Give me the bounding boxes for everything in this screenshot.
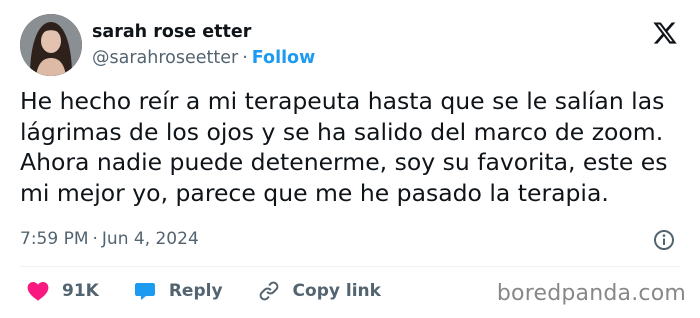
copy-link-button[interactable]: Copy link [257,279,381,303]
meta-separator: · [92,229,98,249]
x-logo-icon[interactable] [652,20,678,46]
divider [20,266,680,267]
tweet-time[interactable]: 7:59 PM [20,229,89,249]
tweet-card: sarah rose etter @sarahroseetter · Follow … [0,0,700,318]
reply-label: Reply [168,281,223,301]
handle-separator: · [242,48,248,68]
tweet-text: He hecho reír a mi terapeuta hasta que s… [20,87,668,207]
copy-link-label: Copy link [292,281,381,301]
info-icon[interactable] [652,228,676,252]
link-icon [259,281,278,301]
watermark: boredpanda.com [496,281,686,306]
tweet-date[interactable]: Jun 4, 2024 [102,229,199,249]
heart-icon [27,282,49,301]
author-name[interactable]: sarah rose etter [92,22,251,42]
reply-button[interactable]: Reply [133,279,223,303]
like-button[interactable]: 91K [26,279,99,303]
action-bar: 91K Reply Copy link [20,278,415,304]
like-count: 91K [62,281,99,301]
reply-bubble-icon [134,283,155,300]
author-handle[interactable]: @sarahroseetter [92,48,238,68]
avatar[interactable] [20,14,82,76]
avatar-image [20,14,82,76]
follow-button[interactable]: Follow [252,48,315,68]
author-handle-row: @sarahroseetter · Follow [92,48,315,68]
tweet-meta: 7:59 PM · Jun 4, 2024 [20,229,199,249]
